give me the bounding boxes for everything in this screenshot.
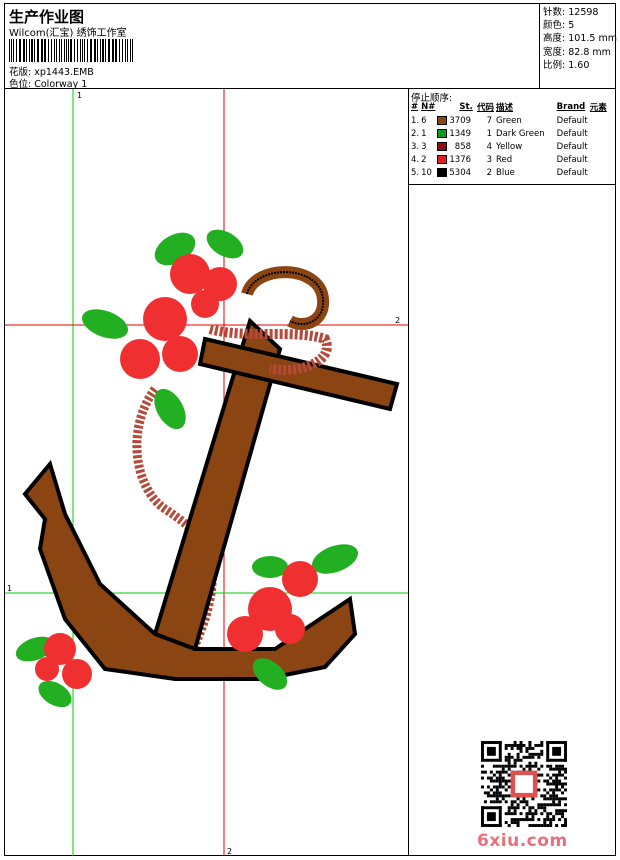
cell-code: 7 [486, 115, 493, 126]
cell-stitches: 3709 [449, 115, 472, 126]
table-row: 4. 2 1376 3 Red Default [411, 153, 609, 166]
watermark-logo: 6xiu.com [477, 831, 568, 851]
side-panel: 停止顺序: # N# St. 代码 描述 Brand 元素 1. 6 3709 7 Gr… [409, 89, 615, 856]
design-stats: 针数: 12598 颜色: 5 高度: 101.5 mm 宽度: 82.8 mm… [539, 4, 617, 89]
stat-colors: 颜色: 5 [543, 20, 575, 32]
cell-needle: 6 [421, 115, 427, 126]
company-subtitle: Wilcom(汇宝) 绣饰工作室 [9, 28, 127, 39]
stat-height: 高度: 101.5 mm [543, 33, 617, 45]
stat-scale: 比例: 1.60 [543, 59, 590, 71]
cell-brand: Default [556, 115, 588, 126]
color-sequence-panel: 停止顺序: # N# St. 代码 描述 Brand 元素 1. 6 3709 7 Gr… [409, 89, 615, 185]
cell-brand: Default [556, 141, 588, 152]
table-row: 3. 3 858 4 Yellow Default [411, 140, 609, 153]
cell-code: 4 [486, 141, 493, 152]
cell-code: 3 [486, 154, 493, 165]
barcode-icon [9, 39, 133, 62]
cell-stitches: 858 [454, 141, 472, 152]
cell-needle: 2 [421, 154, 427, 165]
color-sequence-table: # N# St. 代码 描述 Brand 元素 1. 6 3709 7 Green Def… [411, 101, 609, 179]
cell-code: 1 [486, 128, 493, 139]
cell-brand: Default [556, 128, 588, 139]
cell-code: 2 [486, 167, 493, 178]
table-row: 1. 6 3709 7 Green Default [411, 114, 609, 127]
cell-order: 1. [411, 115, 420, 126]
color-swatch [437, 128, 448, 138]
table-header-row: # N# St. 代码 描述 Brand 元素 [411, 102, 607, 113]
cell-stitches: 1349 [449, 128, 472, 139]
guide-label-right: 2 [395, 316, 400, 325]
cell-desc: Yellow [496, 141, 523, 152]
cell-needle: 3 [421, 141, 427, 152]
color-swatch [437, 167, 448, 177]
cell-desc: Dark Green [496, 128, 545, 139]
table-row: 5. 10 5304 2 Blue Default [411, 166, 609, 179]
cell-desc: Green [496, 115, 522, 126]
colorway-line: 色位: Colorway 1 [9, 76, 87, 90]
cell-order: 2. [411, 128, 420, 139]
sheet-header: 生产作业图 Wilcom(汇宝) 绣饰工作室 花版: xp1443.EMB 色位… [5, 4, 617, 90]
table-row: 2. 1 1349 1 Dark Green Default [411, 127, 609, 140]
cell-order: 4. [411, 154, 420, 165]
cell-brand: Default [556, 154, 588, 165]
cell-stitches: 1376 [449, 154, 472, 165]
cell-desc: Blue [496, 167, 515, 178]
cell-desc: Red [496, 154, 513, 165]
qr-code-icon [481, 741, 567, 827]
design-canvas[interactable]: 1 2 1 2 [5, 89, 409, 856]
color-swatch [437, 141, 448, 151]
cell-brand: Default [556, 167, 588, 178]
color-swatch [437, 154, 448, 164]
flower-cluster-bottom-left [15, 633, 92, 708]
cell-order: 5. [411, 167, 420, 178]
stat-stitches: 针数: 12598 [543, 7, 599, 18]
cell-needle: 10 [421, 167, 432, 178]
embroidery-preview: 1 2 1 2 [5, 89, 408, 856]
cell-order: 3. [411, 141, 420, 152]
cell-needle: 1 [421, 128, 427, 139]
production-sheet: 生产作业图 Wilcom(汇宝) 绣饰工作室 花版: xp1443.EMB 色位… [4, 3, 617, 856]
guide-label-top: 1 [77, 91, 82, 100]
guide-label-bottom: 2 [227, 847, 232, 856]
stat-width: 宽度: 82.8 mm [543, 46, 611, 58]
guide-label-left: 1 [7, 584, 12, 593]
color-swatch [437, 115, 448, 125]
cell-stitches: 5304 [449, 167, 472, 178]
